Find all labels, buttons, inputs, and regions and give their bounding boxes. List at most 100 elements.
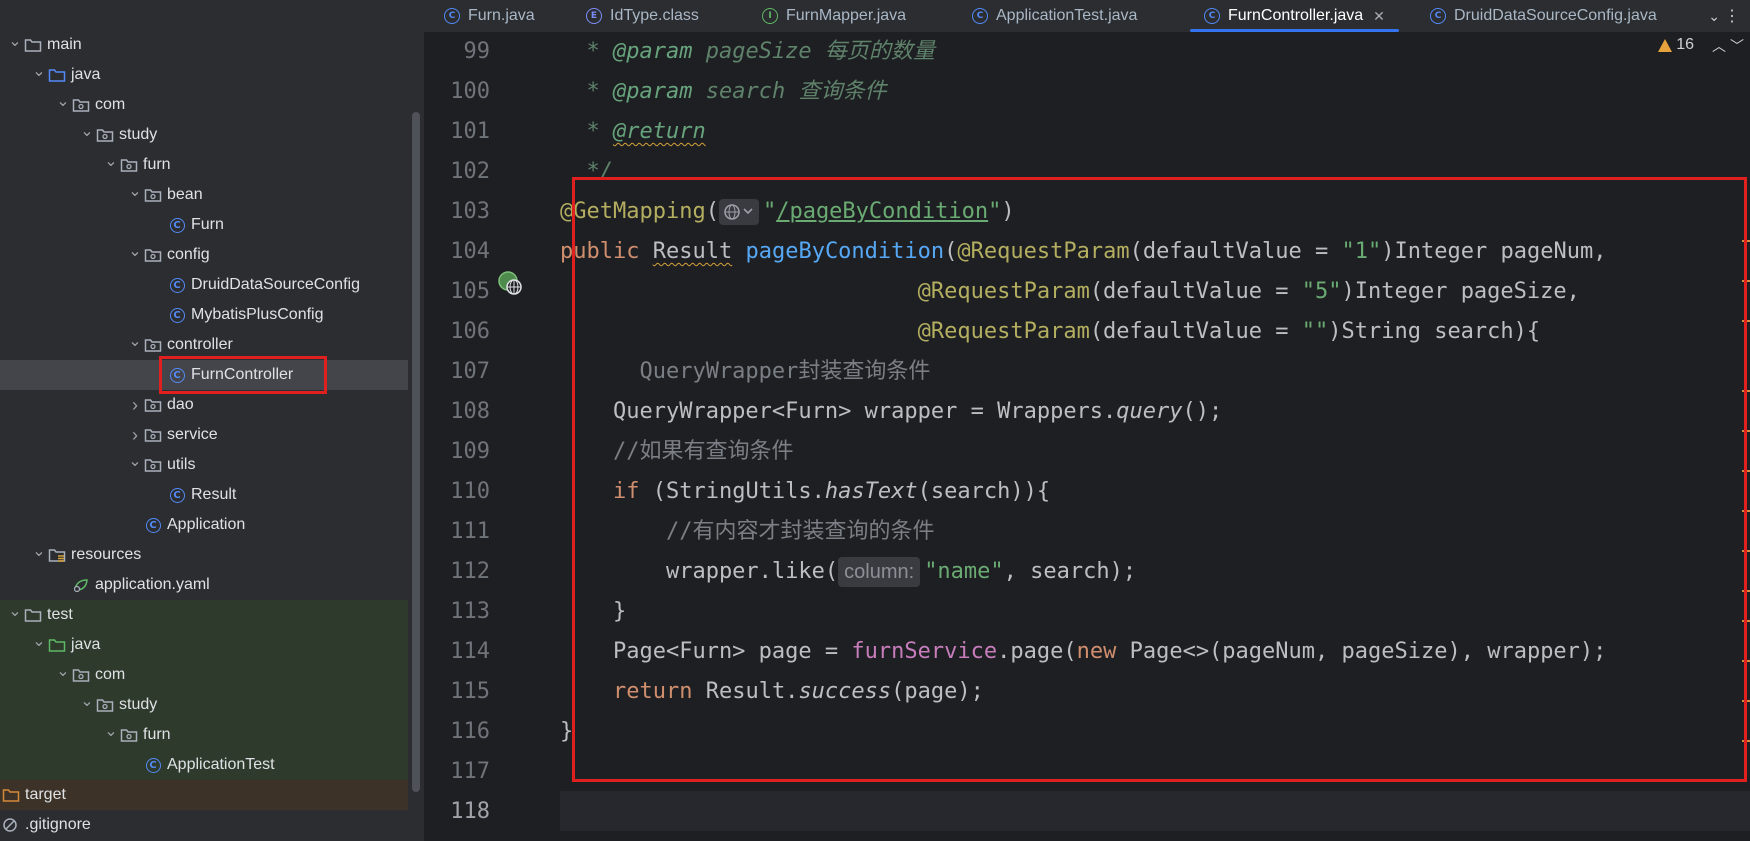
- tree-item-label: furn: [143, 726, 171, 743]
- tree-item-application-yaml[interactable]: application.yaml: [0, 570, 408, 600]
- tree-item-mybatisplusconfig[interactable]: C MybatisPlusConfig: [0, 300, 408, 330]
- chevron-right-icon[interactable]: ›: [126, 395, 144, 416]
- tree-item-bean[interactable]: ⌄ bean: [0, 180, 408, 210]
- tab-label: FurnController.java: [1228, 7, 1364, 24]
- project-tool-window: ⌄ main ⌄ java ⌄ com ⌄ study ⌄ furn ⌄ bean C Furn ⌄ conf…: [0, 0, 424, 841]
- tab-idtype-class[interactable]: E IdType.class: [586, 0, 699, 32]
- tree-item-label: Furn: [191, 216, 224, 233]
- package-icon: [72, 666, 90, 684]
- tree-item-com[interactable]: ⌄ com: [0, 660, 408, 690]
- chevron-down-icon[interactable]: ⌄: [126, 241, 144, 261]
- line-number: 99: [463, 39, 491, 64]
- run-gutter-icon[interactable]: [497, 270, 523, 296]
- chevron-down-icon[interactable]: ⌄: [30, 61, 48, 81]
- tree-scrollbar[interactable]: [412, 112, 420, 792]
- line-number: 107: [450, 359, 490, 384]
- package-icon: [144, 246, 162, 264]
- chevron-down-icon[interactable]: ⌄: [78, 121, 96, 141]
- line-number: 116: [450, 719, 490, 744]
- code-line-101: * @return: [560, 119, 706, 144]
- tree-item-result[interactable]: C Result: [0, 480, 408, 510]
- tree-item-label: Application: [167, 516, 246, 533]
- tree-item-furn[interactable]: ⌄ furn: [0, 720, 408, 750]
- tree-item-label: study: [119, 126, 158, 143]
- resources-folder-icon: [48, 546, 66, 564]
- chevron-down-icon[interactable]: ⌄: [126, 331, 144, 351]
- tree-item-furn[interactable]: C Furn: [0, 210, 408, 240]
- tree-item-label: furn: [143, 156, 171, 173]
- source-folder-icon: [48, 66, 66, 84]
- chevron-up-icon[interactable]: ︿: [1712, 36, 1726, 56]
- chevron-down-icon[interactable]: ⌄: [30, 631, 48, 651]
- tab-list-chevron-icon[interactable]: ⌄: [1708, 0, 1720, 32]
- tree-item-label: ApplicationTest: [167, 756, 275, 773]
- inspection-widget[interactable]: 16: [1658, 36, 1694, 54]
- line-number: 115: [450, 679, 490, 704]
- line-number: 106: [450, 319, 490, 344]
- chevron-down-icon[interactable]: ⌄: [78, 691, 96, 711]
- test-folder-icon: [48, 636, 66, 654]
- chevron-down-icon[interactable]: ⌄: [126, 451, 144, 471]
- line-number: 118: [450, 799, 490, 824]
- tree-highlight-box: [159, 356, 327, 394]
- tab-furnmapper-java[interactable]: I FurnMapper.java: [762, 0, 906, 32]
- tree-item-label: dao: [167, 396, 194, 413]
- tab-label: Furn.java: [468, 7, 535, 24]
- line-number: 113: [450, 599, 490, 624]
- tree-item-gitignore[interactable]: .gitignore: [0, 810, 408, 840]
- tab-label: IdType.class: [610, 7, 699, 24]
- tree-item-target[interactable]: target: [0, 780, 408, 810]
- folder-icon: [24, 606, 42, 624]
- tree-item-com[interactable]: ⌄ com: [0, 90, 408, 120]
- tree-item-label: main: [47, 36, 82, 53]
- tab-furn-java[interactable]: C Furn.java: [444, 0, 535, 32]
- tab-druiddatasourceconfig-java[interactable]: C DruidDataSourceConfig.java: [1430, 0, 1657, 32]
- close-icon[interactable]: ✕: [1373, 8, 1385, 25]
- tree-item-application[interactable]: C Application: [0, 510, 408, 540]
- tab-applicationtest-java[interactable]: C ApplicationTest.java: [972, 0, 1137, 32]
- package-icon: [96, 696, 114, 714]
- chevron-down-icon[interactable]: ⌄: [6, 31, 24, 51]
- class-icon: C: [144, 756, 162, 774]
- tree-item-java[interactable]: ⌄ java: [0, 60, 408, 90]
- class-icon: C: [1430, 8, 1446, 24]
- tree-item-label: study: [119, 696, 158, 713]
- chevron-down-icon[interactable]: ⌄: [54, 91, 72, 111]
- code-line-100: * @param search 查询条件: [560, 79, 887, 104]
- chevron-down-icon[interactable]: ⌄: [102, 151, 120, 171]
- tree-item-test[interactable]: ⌄ test: [0, 600, 408, 630]
- chevron-down-icon[interactable]: ⌄: [6, 601, 24, 621]
- tree-item-label: target: [25, 786, 66, 803]
- tree-item-label: MybatisPlusConfig: [191, 306, 324, 323]
- tree-item-dao[interactable]: › dao: [0, 390, 408, 420]
- tree-item-study[interactable]: ⌄ study: [0, 690, 408, 720]
- tree-item-label: DruidDataSourceConfig: [191, 276, 360, 293]
- tree-item-label: resources: [71, 546, 142, 563]
- tree-item-study[interactable]: ⌄ study: [0, 120, 408, 150]
- tree-item-config[interactable]: ⌄ config: [0, 240, 408, 270]
- tree-item-applicationtest[interactable]: C ApplicationTest: [0, 750, 408, 780]
- chevron-down-icon[interactable]: ⌄: [126, 181, 144, 201]
- package-icon: [144, 186, 162, 204]
- tree-item-druiddatasourceconfig[interactable]: C DruidDataSourceConfig: [0, 270, 408, 300]
- chevron-down-icon[interactable]: ﹀: [1730, 36, 1744, 56]
- code-line-99: * @param pageSize 每页的数量: [560, 39, 935, 64]
- tree-item-main[interactable]: ⌄ main: [0, 30, 408, 60]
- class-icon: C: [168, 306, 186, 324]
- chevron-right-icon[interactable]: ›: [126, 425, 144, 446]
- tab-furncontroller-java[interactable]: C FurnController.java ✕: [1190, 0, 1399, 32]
- tab-label: FurnMapper.java: [786, 7, 907, 24]
- tree-item-service[interactable]: › service: [0, 420, 408, 450]
- tree-item-resources[interactable]: ⌄ resources: [0, 540, 408, 570]
- line-number: 117: [450, 759, 490, 784]
- chevron-down-icon[interactable]: ⌄: [30, 541, 48, 561]
- package-icon: [120, 156, 138, 174]
- chevron-down-icon[interactable]: ⌄: [102, 721, 120, 741]
- line-number: 109: [450, 439, 490, 464]
- tree-item-utils[interactable]: ⌄ utils: [0, 450, 408, 480]
- tree-item-furn[interactable]: ⌄ furn: [0, 150, 408, 180]
- chevron-down-icon[interactable]: ⌄: [54, 661, 72, 681]
- tree-item-java[interactable]: ⌄ java: [0, 630, 408, 660]
- more-options-icon[interactable]: ⋮: [1724, 0, 1740, 32]
- class-icon: C: [168, 276, 186, 294]
